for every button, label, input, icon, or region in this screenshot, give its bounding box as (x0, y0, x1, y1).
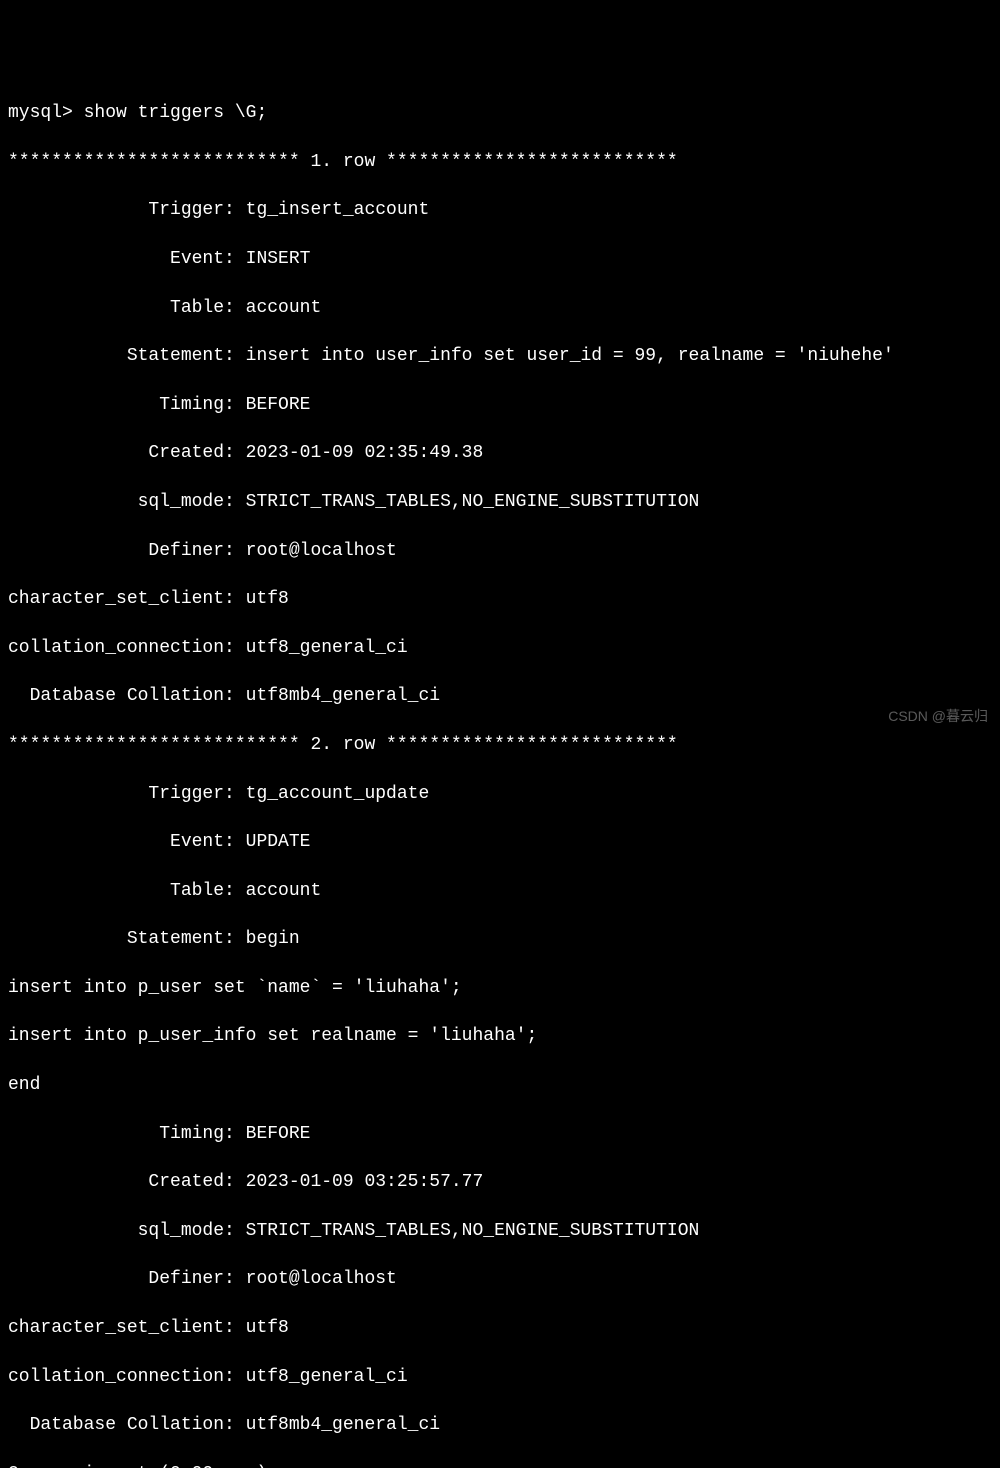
row1-charset-client: character_set_client: utf8 (8, 587, 992, 611)
row1-statement: Statement: insert into user_info set use… (8, 344, 992, 368)
row2-statement-line1: insert into p_user set `name` = 'liuhaha… (8, 976, 992, 1000)
row1-sql-mode: sql_mode: STRICT_TRANS_TABLES,NO_ENGINE_… (8, 490, 992, 514)
row2-definer: Definer: root@localhost (8, 1267, 992, 1291)
row1-collation-connection: collation_connection: utf8_general_ci (8, 636, 992, 660)
row1-event: Event: INSERT (8, 247, 992, 271)
row2-statement-line3: end (8, 1073, 992, 1097)
row1-created: Created: 2023-01-09 02:35:49.38 (8, 441, 992, 465)
mysql-prompt-line[interactable]: mysql> show triggers \G; (8, 101, 992, 125)
row2-collation-connection: collation_connection: utf8_general_ci (8, 1365, 992, 1389)
row1-trigger: Trigger: tg_insert_account (8, 198, 992, 222)
row-separator-1: *************************** 1. row *****… (8, 150, 992, 174)
row2-timing: Timing: BEFORE (8, 1122, 992, 1146)
row1-definer: Definer: root@localhost (8, 539, 992, 563)
row2-table: Table: account (8, 879, 992, 903)
row2-trigger: Trigger: tg_account_update (8, 782, 992, 806)
row1-database-collation: Database Collation: utf8mb4_general_ci (8, 684, 992, 708)
watermark-text: CSDN @暮云归 (888, 707, 988, 726)
row2-statement-line2: insert into p_user_info set realname = '… (8, 1024, 992, 1048)
row-separator-2: *************************** 2. row *****… (8, 733, 992, 757)
row2-event: Event: UPDATE (8, 830, 992, 854)
row2-database-collation: Database Collation: utf8mb4_general_ci (8, 1413, 992, 1437)
row1-table: Table: account (8, 296, 992, 320)
row2-sql-mode: sql_mode: STRICT_TRANS_TABLES,NO_ENGINE_… (8, 1219, 992, 1243)
row1-timing: Timing: BEFORE (8, 393, 992, 417)
row2-charset-client: character_set_client: utf8 (8, 1316, 992, 1340)
result-footer: 2 rows in set (0.00 sec) (8, 1462, 992, 1468)
row2-created: Created: 2023-01-09 03:25:57.77 (8, 1170, 992, 1194)
row2-statement: Statement: begin (8, 927, 992, 951)
